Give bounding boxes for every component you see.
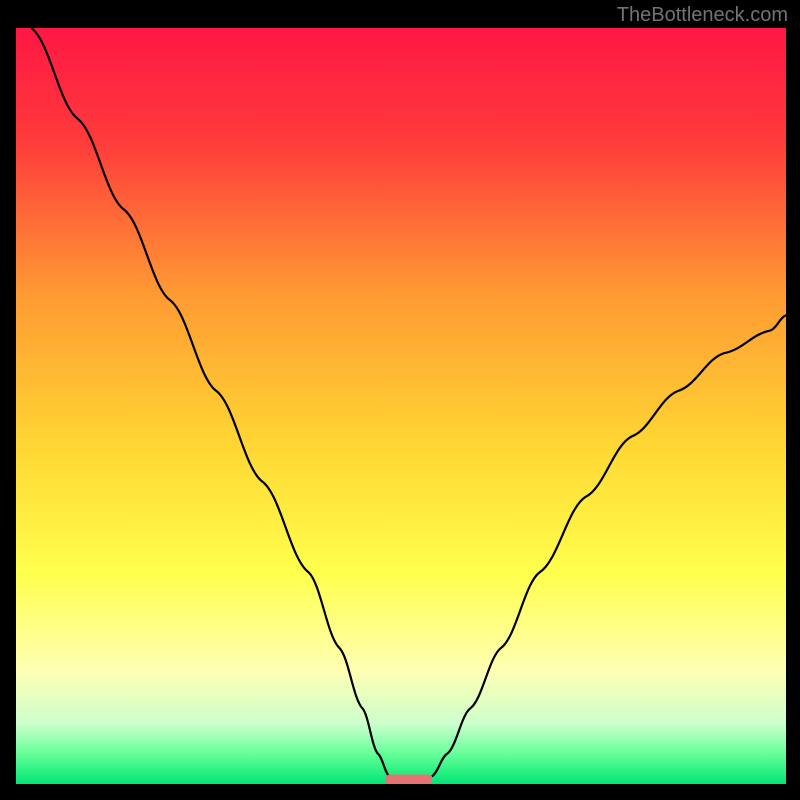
chart-container: TheBottleneck.com (0, 0, 800, 800)
chart-svg (16, 28, 786, 784)
watermark-text: TheBottleneck.com (617, 4, 788, 27)
gradient-background (16, 28, 786, 784)
plot-area (16, 28, 786, 784)
bottom-marker (386, 775, 432, 784)
